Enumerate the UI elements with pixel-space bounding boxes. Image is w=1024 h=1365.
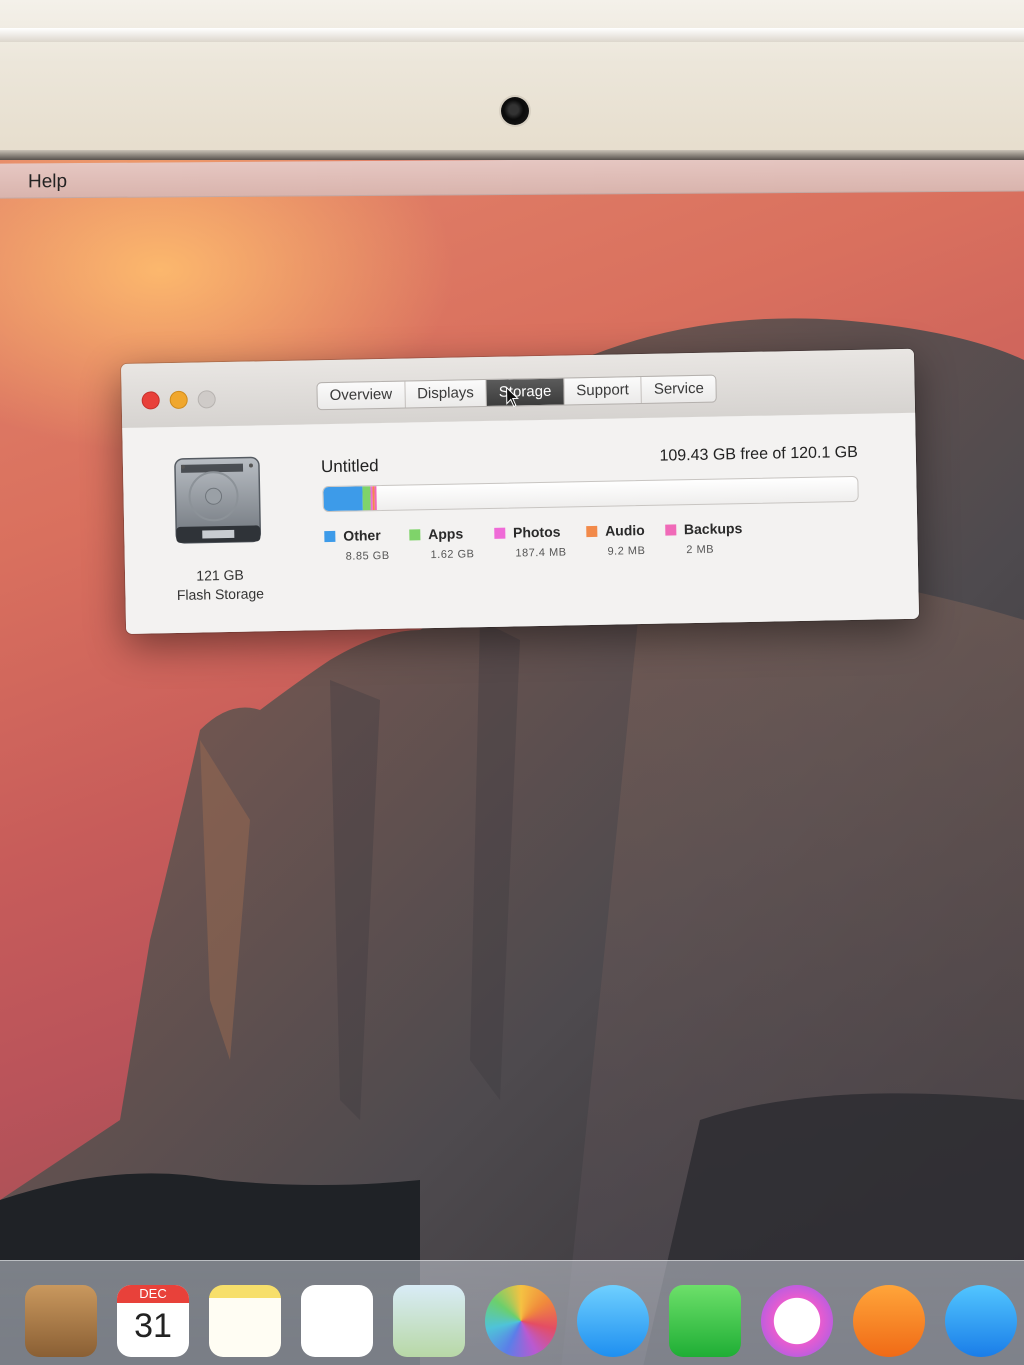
legend-size: 2 MB [686, 543, 715, 557]
legend-name: Photos [512, 523, 561, 541]
calendar-day: 31 [134, 1307, 172, 1345]
legend-size: 1.62 GB [430, 548, 475, 562]
drive-label: 121 GB Flash Storage [145, 565, 296, 606]
legend-size: 187.4 MB [515, 546, 567, 560]
storage-legend: Other 8.85 GB Apps 1.62 GB Photos 187.4 MB Aud… [324, 520, 763, 563]
itunes-icon[interactable] [761, 1285, 833, 1357]
legend-name: Apps [428, 525, 464, 543]
legend-item-photos: Photos 187.4 MB [493, 523, 567, 560]
legend-item-apps: Apps 1.62 GB [409, 525, 475, 561]
calendar-month: DEC [117, 1285, 189, 1303]
ibooks-icon[interactable] [853, 1285, 925, 1357]
close-button[interactable] [141, 391, 160, 410]
storage-pane: 121 GB Flash Storage Untitled 109.43 GB … [122, 412, 920, 634]
laptop-bezel [0, 0, 1024, 160]
photos-icon[interactable] [485, 1285, 557, 1357]
maps-icon[interactable] [393, 1285, 465, 1357]
calendar-icon[interactable]: DEC 31 [117, 1285, 189, 1357]
legend-size: 8.85 GB [345, 549, 390, 563]
messages-icon[interactable] [577, 1285, 649, 1357]
drive-type: Flash Storage [176, 585, 265, 603]
tab-support[interactable]: Support [564, 377, 643, 405]
app-store-icon[interactable] [945, 1285, 1017, 1357]
zoom-button[interactable] [197, 390, 216, 409]
legend-item-other: Other 8.85 GB [324, 527, 390, 563]
tab-service[interactable]: Service [642, 376, 717, 403]
notes-icon[interactable] [209, 1285, 281, 1357]
reminders-icon[interactable] [301, 1285, 373, 1357]
legend-swatch [409, 528, 421, 540]
hard-drive-icon [174, 456, 262, 544]
facetime-icon[interactable] [669, 1285, 741, 1357]
storage-usage-bar [322, 475, 859, 513]
legend-name: Backups [683, 520, 743, 538]
volume-free-space: 109.43 GB free of 120.1 GB [659, 443, 858, 465]
tab-displays[interactable]: Displays [404, 379, 488, 408]
legend-size: 9.2 MB [607, 544, 646, 558]
desktop-screen: Help DEC 31 [0, 160, 1024, 1365]
mouse-pointer-icon [506, 386, 519, 408]
legend-swatch [586, 525, 598, 537]
legend-name: Audio [604, 521, 645, 539]
contacts-icon[interactable] [25, 1285, 97, 1357]
tab-overview[interactable]: Overview [317, 381, 406, 410]
volume-name: Untitled [320, 456, 379, 477]
legend-name: Other [343, 527, 381, 544]
tab-storage[interactable]: Storage [486, 378, 565, 406]
legend-swatch [324, 530, 336, 542]
legend-swatch [664, 523, 677, 536]
about-this-mac-window: Overview Displays Storage Support Servic… [121, 348, 920, 634]
legend-swatch [493, 527, 506, 539]
usage-segment-backups [373, 486, 377, 511]
legend-item-audio: Audio 9.2 MB [586, 521, 646, 558]
bezel-edge [0, 28, 1024, 42]
usage-segment-other [323, 486, 364, 512]
menu-help[interactable]: Help [28, 171, 67, 193]
legend-item-backups: Backups 2 MB [664, 520, 743, 557]
camera-icon [501, 97, 529, 125]
minimize-button[interactable] [169, 390, 188, 410]
menu-bar: Help [0, 160, 1024, 199]
